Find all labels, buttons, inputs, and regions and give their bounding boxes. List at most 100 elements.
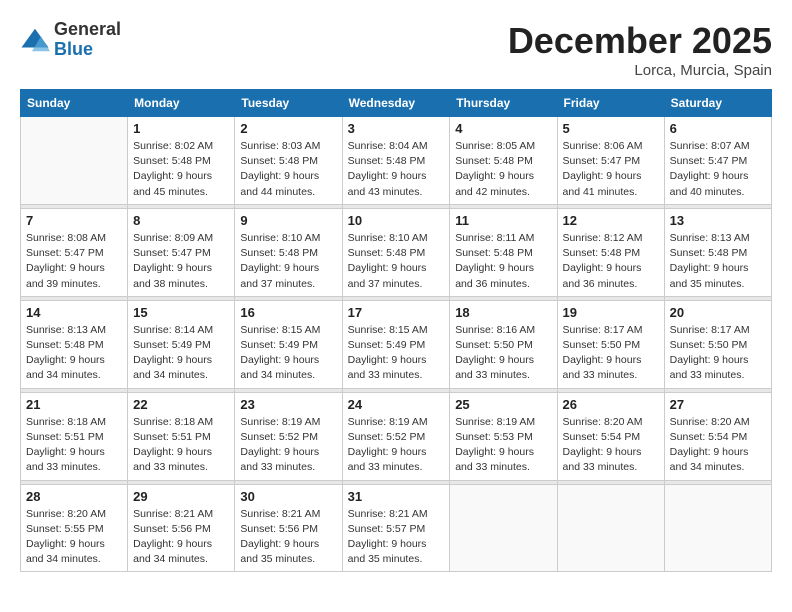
calendar-table: SundayMondayTuesdayWednesdayThursdayFrid…: [20, 89, 772, 572]
calendar-day-cell: 2 Sunrise: 8:03 AMSunset: 5:48 PMDaylight…: [235, 117, 342, 205]
day-info: Sunrise: 8:20 AMSunset: 5:54 PMDaylight:…: [670, 415, 766, 476]
day-number: 23: [240, 397, 336, 412]
day-info: Sunrise: 8:17 AMSunset: 5:50 PMDaylight:…: [670, 323, 766, 384]
day-info: Sunrise: 8:04 AMSunset: 5:48 PMDaylight:…: [348, 139, 445, 200]
page-header: General Blue December 2025 Lorca, Murcia…: [20, 20, 772, 79]
day-info: Sunrise: 8:15 AMSunset: 5:49 PMDaylight:…: [240, 323, 336, 384]
calendar-day-cell: 4 Sunrise: 8:05 AMSunset: 5:48 PMDaylight…: [450, 117, 557, 205]
day-number: 17: [348, 305, 445, 320]
day-number: 2: [240, 121, 336, 136]
calendar-day-cell: 7 Sunrise: 8:08 AMSunset: 5:47 PMDaylight…: [21, 208, 128, 296]
calendar-week-row: 14Sunrise: 8:13 AMSunset: 5:48 PMDayligh…: [21, 300, 772, 388]
calendar-day-cell: [557, 484, 664, 572]
day-info: Sunrise: 8:20 AMSunset: 5:54 PMDaylight:…: [563, 415, 659, 476]
weekday-header-friday: Friday: [557, 90, 664, 117]
day-info: Sunrise: 8:18 AMSunset: 5:51 PMDaylight:…: [133, 415, 229, 476]
day-info: Sunrise: 8:03 AMSunset: 5:48 PMDaylight:…: [240, 139, 336, 200]
calendar-day-cell: 5 Sunrise: 8:06 AMSunset: 5:47 PMDaylight…: [557, 117, 664, 205]
day-number: 15: [133, 305, 229, 320]
calendar-day-cell: 22 Sunrise: 8:18 AMSunset: 5:51 PMDayligh…: [128, 392, 235, 480]
calendar-day-cell: 3 Sunrise: 8:04 AMSunset: 5:48 PMDaylight…: [342, 117, 450, 205]
logo-text: General Blue: [54, 20, 121, 60]
day-number: 31: [348, 489, 445, 504]
calendar-day-cell: 15 Sunrise: 8:14 AMSunset: 5:49 PMDayligh…: [128, 300, 235, 388]
day-info: Sunrise: 8:13 AMSunset: 5:48 PMDaylight:…: [670, 231, 766, 292]
calendar-day-cell: [450, 484, 557, 572]
day-number: 22: [133, 397, 229, 412]
weekday-header-saturday: Saturday: [664, 90, 771, 117]
day-info: Sunrise: 8:06 AMSunset: 5:47 PMDaylight:…: [563, 139, 659, 200]
calendar-day-cell: 25Sunrise: 8:19 AMSunset: 5:53 PMDayligh…: [450, 392, 557, 480]
calendar-day-cell: 11Sunrise: 8:11 AMSunset: 5:48 PMDayligh…: [450, 208, 557, 296]
day-info: Sunrise: 8:15 AMSunset: 5:49 PMDaylight:…: [348, 323, 445, 384]
calendar-day-cell: 8 Sunrise: 8:09 AMSunset: 5:47 PMDaylight…: [128, 208, 235, 296]
calendar-day-cell: [21, 117, 128, 205]
weekday-header-monday: Monday: [128, 90, 235, 117]
weekday-header-row: SundayMondayTuesdayWednesdayThursdayFrid…: [21, 90, 772, 117]
day-number: 16: [240, 305, 336, 320]
calendar-day-cell: 31 Sunrise: 8:21 AMSunset: 5:57 PMDayligh…: [342, 484, 450, 572]
day-number: 26: [563, 397, 659, 412]
day-info: Sunrise: 8:19 AMSunset: 5:52 PMDaylight:…: [348, 415, 445, 476]
calendar-day-cell: 18Sunrise: 8:16 AMSunset: 5:50 PMDayligh…: [450, 300, 557, 388]
day-info: Sunrise: 8:05 AMSunset: 5:48 PMDaylight:…: [455, 139, 551, 200]
day-number: 25: [455, 397, 551, 412]
logo-icon: [20, 25, 50, 55]
calendar-day-cell: 26 Sunrise: 8:20 AMSunset: 5:54 PMDayligh…: [557, 392, 664, 480]
day-info: Sunrise: 8:10 AMSunset: 5:48 PMDaylight:…: [240, 231, 336, 292]
day-number: 5: [563, 121, 659, 136]
calendar-week-row: 21 Sunrise: 8:18 AMSunset: 5:51 PMDayligh…: [21, 392, 772, 480]
day-number: 28: [26, 489, 122, 504]
calendar-day-cell: 9 Sunrise: 8:10 AMSunset: 5:48 PMDaylight…: [235, 208, 342, 296]
weekday-header-thursday: Thursday: [450, 90, 557, 117]
calendar-day-cell: 19Sunrise: 8:17 AMSunset: 5:50 PMDayligh…: [557, 300, 664, 388]
day-info: Sunrise: 8:14 AMSunset: 5:49 PMDaylight:…: [133, 323, 229, 384]
day-number: 12: [563, 213, 659, 228]
calendar-day-cell: 21Sunrise: 8:18 AMSunset: 5:51 PMDayligh…: [21, 392, 128, 480]
day-number: 24: [348, 397, 445, 412]
day-info: Sunrise: 8:21 AMSunset: 5:57 PMDaylight:…: [348, 507, 445, 568]
day-info: Sunrise: 8:10 AMSunset: 5:48 PMDaylight:…: [348, 231, 445, 292]
calendar-day-cell: 1 Sunrise: 8:02 AMSunset: 5:48 PMDaylight…: [128, 117, 235, 205]
month-title: December 2025: [508, 20, 772, 62]
day-info: Sunrise: 8:09 AMSunset: 5:47 PMDaylight:…: [133, 231, 229, 292]
day-number: 21: [26, 397, 122, 412]
day-number: 19: [563, 305, 659, 320]
day-info: Sunrise: 8:12 AMSunset: 5:48 PMDaylight:…: [563, 231, 659, 292]
calendar-week-row: 7 Sunrise: 8:08 AMSunset: 5:47 PMDaylight…: [21, 208, 772, 296]
calendar-day-cell: 23Sunrise: 8:19 AMSunset: 5:52 PMDayligh…: [235, 392, 342, 480]
day-number: 3: [348, 121, 445, 136]
day-info: Sunrise: 8:08 AMSunset: 5:47 PMDaylight:…: [26, 231, 122, 292]
location: Lorca, Murcia, Spain: [508, 62, 772, 79]
weekday-header-sunday: Sunday: [21, 90, 128, 117]
day-number: 18: [455, 305, 551, 320]
day-number: 30: [240, 489, 336, 504]
calendar-day-cell: 13 Sunrise: 8:13 AMSunset: 5:48 PMDayligh…: [664, 208, 771, 296]
day-number: 8: [133, 213, 229, 228]
day-number: 29: [133, 489, 229, 504]
calendar-day-cell: 16 Sunrise: 8:15 AMSunset: 5:49 PMDayligh…: [235, 300, 342, 388]
calendar-day-cell: 29 Sunrise: 8:21 AMSunset: 5:56 PMDayligh…: [128, 484, 235, 572]
calendar-day-cell: 14Sunrise: 8:13 AMSunset: 5:48 PMDayligh…: [21, 300, 128, 388]
day-info: Sunrise: 8:21 AMSunset: 5:56 PMDaylight:…: [133, 507, 229, 568]
day-number: 27: [670, 397, 766, 412]
calendar-day-cell: 28Sunrise: 8:20 AMSunset: 5:55 PMDayligh…: [21, 484, 128, 572]
day-number: 1: [133, 121, 229, 136]
day-number: 9: [240, 213, 336, 228]
calendar-day-cell: 17 Sunrise: 8:15 AMSunset: 5:49 PMDayligh…: [342, 300, 450, 388]
calendar-day-cell: 30 Sunrise: 8:21 AMSunset: 5:56 PMDayligh…: [235, 484, 342, 572]
day-number: 7: [26, 213, 122, 228]
calendar-day-cell: 27 Sunrise: 8:20 AMSunset: 5:54 PMDayligh…: [664, 392, 771, 480]
day-number: 20: [670, 305, 766, 320]
weekday-header-tuesday: Tuesday: [235, 90, 342, 117]
calendar-week-row: 28Sunrise: 8:20 AMSunset: 5:55 PMDayligh…: [21, 484, 772, 572]
day-info: Sunrise: 8:21 AMSunset: 5:56 PMDaylight:…: [240, 507, 336, 568]
calendar-day-cell: [664, 484, 771, 572]
day-number: 11: [455, 213, 551, 228]
logo: General Blue: [20, 20, 121, 60]
calendar-day-cell: 12 Sunrise: 8:12 AMSunset: 5:48 PMDayligh…: [557, 208, 664, 296]
day-info: Sunrise: 8:02 AMSunset: 5:48 PMDaylight:…: [133, 139, 229, 200]
day-number: 13: [670, 213, 766, 228]
logo-general: General: [54, 20, 121, 40]
day-number: 4: [455, 121, 551, 136]
